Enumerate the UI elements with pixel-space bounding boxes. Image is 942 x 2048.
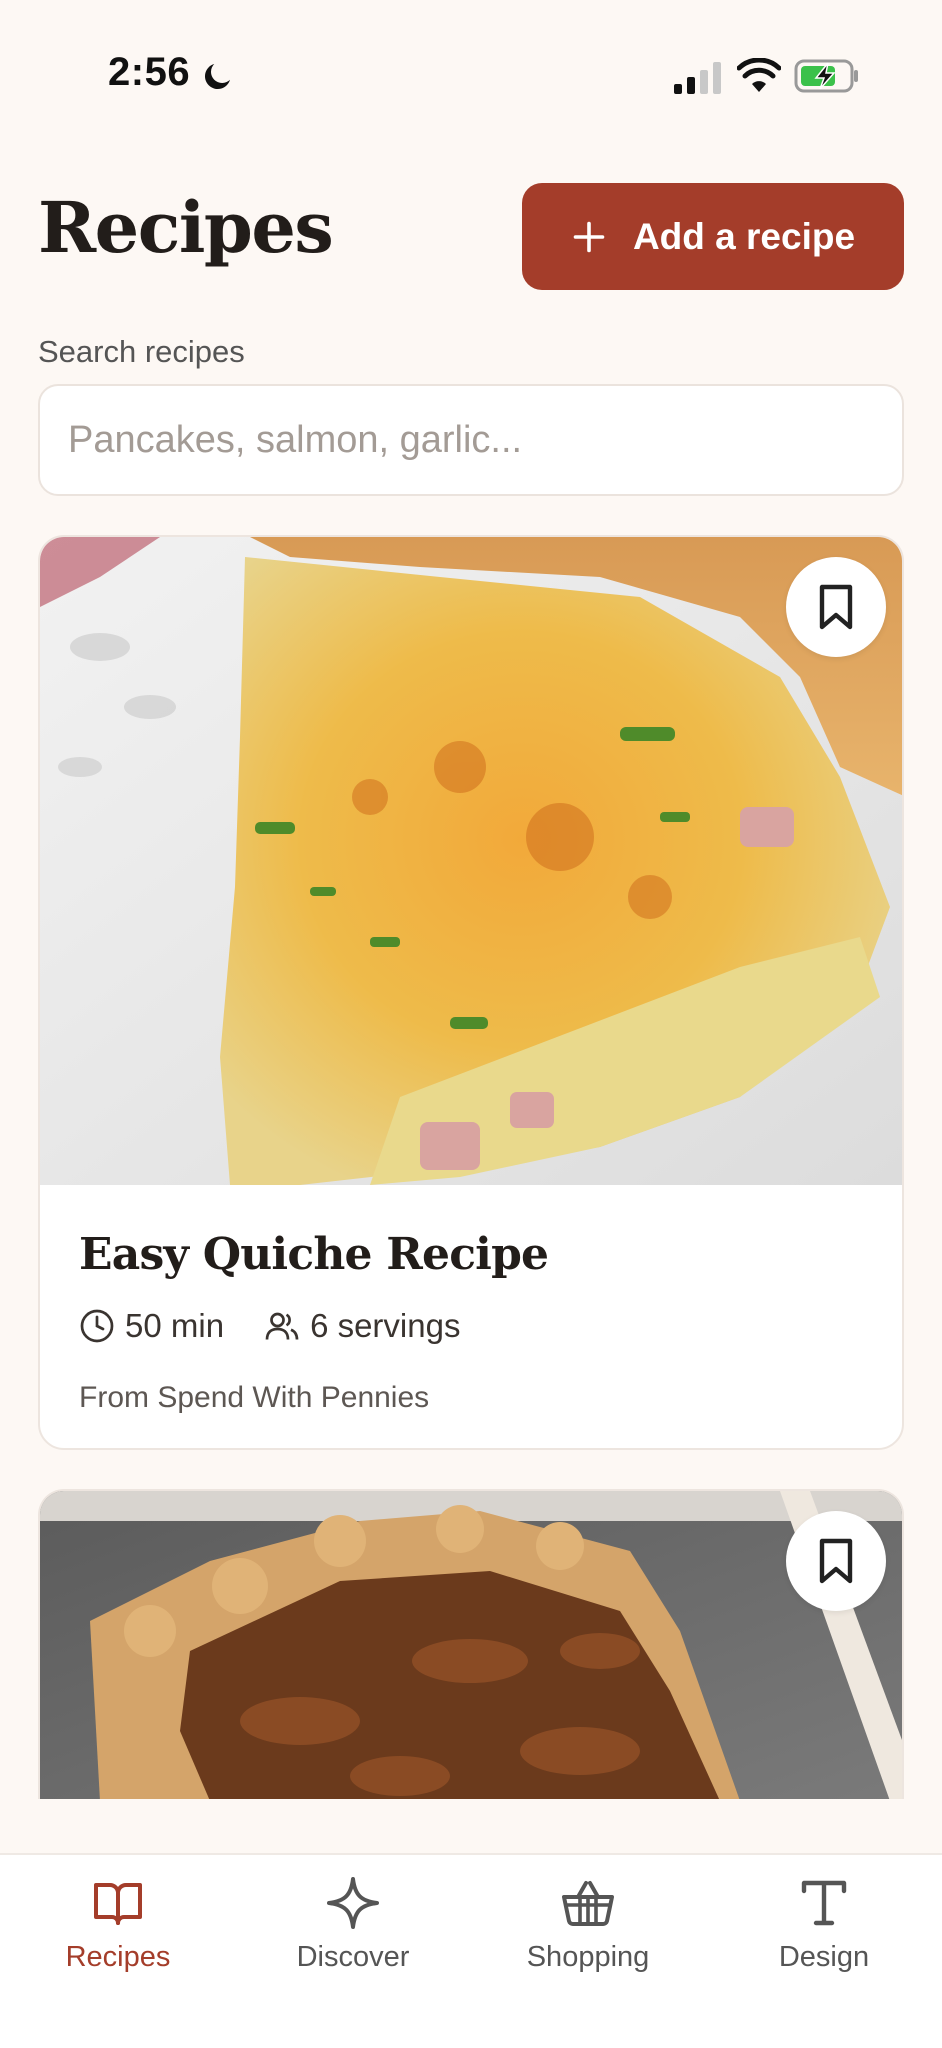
moon-icon <box>204 64 230 90</box>
bookmark-button[interactable] <box>786 557 886 657</box>
tab-design[interactable]: Design <box>706 1875 942 1974</box>
recipe-source: From Spend With Pennies <box>79 1381 430 1414</box>
recipe-card[interactable]: Easy Quiche Recipe 50 min 6 servings Fro… <box>38 535 904 1450</box>
bookmark-button[interactable] <box>786 1511 886 1611</box>
recipe-time: 50 min <box>79 1307 224 1345</box>
type-icon <box>801 1880 847 1926</box>
tab-shopping-label: Shopping <box>526 1941 650 1973</box>
recipe-servings-text: 6 servings <box>310 1307 461 1344</box>
recipe-image-pecan-pie <box>40 1491 902 1799</box>
page-title: Recipes <box>38 186 334 269</box>
recipes-screen: 2:56 Recipes Add a recipe Search recipes… <box>0 0 942 2048</box>
recipe-image-quiche <box>40 537 902 1185</box>
bottom-tab-bar: Recipes Discover Shopping Design <box>0 1853 942 2048</box>
recipe-title: Easy Quiche Recipe <box>79 1229 549 1280</box>
tab-recipes-label: Recipes <box>65 1941 171 1973</box>
cellular-signal-icon <box>674 62 721 94</box>
sparkle-icon <box>327 1877 379 1929</box>
book-icon <box>94 1883 142 1925</box>
basket-icon <box>562 1881 614 1926</box>
add-recipe-label: Add a recipe <box>632 215 856 257</box>
bookmark-icon <box>819 1538 853 1584</box>
tab-recipes[interactable]: Recipes <box>0 1875 236 1974</box>
recipe-card[interactable] <box>38 1489 904 1799</box>
clock-icon <box>80 1309 114 1343</box>
tab-discover[interactable]: Discover <box>235 1875 471 1974</box>
recipe-time-text: 50 min <box>125 1307 225 1344</box>
recipe-servings: 6 servings <box>264 1307 460 1345</box>
plus-icon <box>573 221 605 252</box>
recipe-meta: 50 min 6 servings <box>79 1307 500 1345</box>
tab-shopping[interactable]: Shopping <box>470 1875 706 1974</box>
status-bar: 2:56 <box>0 0 942 140</box>
add-recipe-button[interactable]: Add a recipe <box>522 183 904 290</box>
wifi-icon <box>737 58 781 92</box>
battery-charging-icon <box>794 59 858 93</box>
search-label: Search recipes <box>38 334 245 369</box>
status-time: 2:56 <box>108 50 191 94</box>
search-input[interactable] <box>38 384 904 496</box>
bookmark-icon <box>819 584 853 630</box>
tab-discover-label: Discover <box>296 1941 410 1973</box>
users-icon <box>265 1312 299 1340</box>
tab-design-label: Design <box>778 1941 870 1973</box>
